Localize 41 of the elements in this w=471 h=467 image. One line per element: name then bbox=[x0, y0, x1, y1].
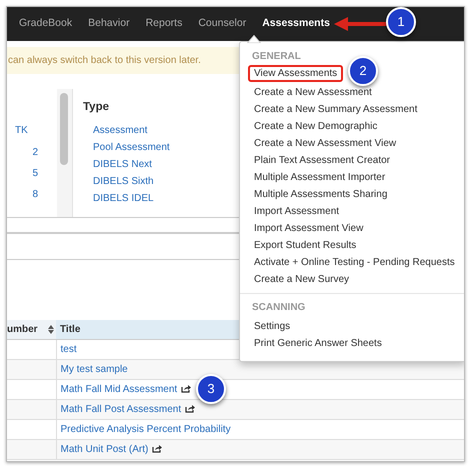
menu-item[interactable]: Print Generic Answer Sheets bbox=[248, 333, 388, 350]
menu-item[interactable]: Import Assessment bbox=[248, 201, 346, 218]
type-link[interactable]: DIBELS IDEL bbox=[93, 191, 154, 208]
nav-tab[interactable]: Assessments bbox=[262, 16, 330, 32]
nav-tab[interactable]: Reports bbox=[146, 16, 182, 32]
column-header: TK bbox=[14, 124, 29, 138]
menu-item[interactable]: Import Assessment View bbox=[248, 218, 370, 235]
grade-count-link[interactable]: 8 bbox=[32, 189, 38, 200]
menu-section-header: SCANNING bbox=[251, 301, 306, 315]
menu-section-header: GENERAL bbox=[251, 50, 302, 64]
menu-item[interactable]: Plain Text Assessment Creator bbox=[248, 150, 396, 167]
type-link[interactable]: Assessment bbox=[93, 123, 148, 140]
grade-count-link[interactable]: 2 bbox=[32, 147, 38, 158]
menu-item[interactable]: Create a New Survey bbox=[248, 269, 356, 286]
assessment-title-link[interactable]: Math Fall Mid Assessment bbox=[60, 384, 178, 394]
assessment-title-link[interactable]: Predictive Analysis Percent Probability bbox=[60, 424, 231, 434]
grade-count-link[interactable]: 5 bbox=[32, 168, 38, 179]
sort-icon[interactable] bbox=[48, 324, 54, 334]
panel-title: Type bbox=[83, 100, 110, 115]
menu-item[interactable]: Export Student Results bbox=[248, 235, 362, 252]
type-link[interactable]: Pool Assessment bbox=[93, 140, 170, 157]
assessment-title-link[interactable]: test bbox=[60, 344, 77, 354]
menu-item[interactable]: Activate + Online Testing - Pending Requests bbox=[248, 252, 461, 269]
menu-item[interactable]: Multiple Assessments Sharing bbox=[248, 184, 394, 201]
menu-item[interactable]: View Assessments bbox=[248, 65, 344, 82]
nav-tab[interactable]: Behavior bbox=[88, 16, 130, 32]
menu-item[interactable]: Create a New Demographic bbox=[248, 116, 384, 133]
menu-item[interactable]: Multiple Assessment Importer bbox=[248, 167, 392, 184]
menu-item[interactable]: Create a New Assessment View bbox=[248, 133, 402, 150]
type-link[interactable]: DIBELS Next bbox=[93, 157, 152, 174]
menu-item[interactable]: Create a New Summary Assessment bbox=[248, 99, 424, 116]
type-link[interactable]: DIBELS Sixth bbox=[93, 174, 154, 191]
scrollbar[interactable] bbox=[57, 89, 73, 217]
assessment-title-link[interactable]: Math Unit Post (Art) bbox=[60, 444, 148, 454]
assessment-title-link[interactable]: My test sample bbox=[60, 364, 128, 374]
assessment-title-link[interactable]: Math Fall Post Assessment bbox=[60, 404, 182, 414]
nav-tab[interactable]: Counselor bbox=[198, 16, 246, 32]
scrollbar-thumb[interactable] bbox=[60, 93, 68, 165]
notice-text: can always switch back to this version later. bbox=[8, 54, 201, 68]
nav-tab[interactable]: GradeBook bbox=[19, 16, 72, 32]
menu-item[interactable]: Settings bbox=[248, 316, 296, 333]
